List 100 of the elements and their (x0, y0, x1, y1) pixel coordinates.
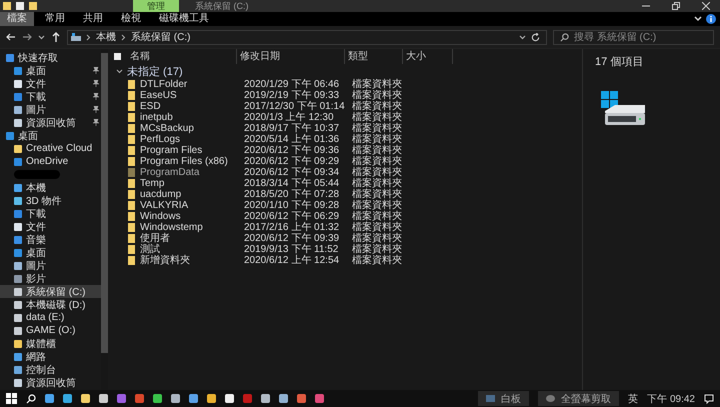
sidebar-item[interactable]: 文件 (26, 220, 46, 234)
restore-icon[interactable] (672, 2, 680, 10)
breadcrumb-item[interactable]: 本機 (96, 30, 116, 44)
file-name[interactable]: EaseUS (140, 90, 244, 101)
sidebar-item[interactable]: 資源回收筒 (26, 116, 76, 130)
pin-icon[interactable] (93, 80, 99, 87)
sidebar-item[interactable]: data (E:) (26, 312, 64, 323)
sidebar-item[interactable]: 圖片 (26, 102, 46, 116)
file-name[interactable]: PerfLogs (140, 134, 244, 145)
notification-text: 全螢幕剪取 (561, 392, 612, 406)
sidebar-item[interactable]: 桌面 (26, 64, 46, 78)
file-name[interactable]: Program Files (x86) (140, 156, 244, 167)
sidebar-item[interactable]: 本機磁碟 (D:) (26, 298, 86, 312)
close-icon[interactable] (702, 2, 710, 10)
file-type: 檔案資料夾 (352, 134, 403, 145)
sidebar-item[interactable]: GAME (O:) (26, 325, 76, 336)
up-arrow-icon[interactable] (51, 32, 61, 42)
window-title: 系統保留 (C:) (195, 0, 248, 12)
file-name[interactable]: MCsBackup (140, 123, 244, 134)
file-name[interactable]: Program Files (140, 145, 244, 156)
chevron-down-icon[interactable] (116, 69, 123, 74)
app-icon (546, 395, 556, 402)
file-name[interactable]: Windowstemp (140, 222, 244, 233)
modified-date: 2018/5/20 下午 07:28 (244, 189, 340, 200)
sidebar-item[interactable]: 文件 (26, 76, 46, 90)
sidebar-item[interactable]: 圖片 (26, 258, 46, 272)
back-arrow-icon[interactable] (6, 32, 16, 42)
file-type: 檔案資料夾 (352, 222, 403, 233)
address-bar[interactable]: 本機 系統保留 (C:) (67, 30, 547, 44)
modified-date: 2017/2/16 上午 01:32 (244, 222, 340, 233)
input-language[interactable]: 英 (628, 392, 638, 406)
breadcrumb-item[interactable]: 系統保留 (C:) (131, 30, 190, 44)
file-name[interactable]: 測試 (140, 244, 244, 255)
pin-icon[interactable] (93, 106, 99, 113)
help-icon[interactable] (706, 14, 716, 24)
file-name[interactable]: inetpub (140, 112, 244, 123)
modified-date: 2017/12/30 下午 01:14 (244, 101, 346, 112)
pin-icon[interactable] (93, 67, 99, 74)
sidebar-item[interactable]: OneDrive (26, 156, 68, 167)
file-name[interactable]: 新增資料夾 (140, 255, 244, 266)
file-name[interactable]: VALKYRIA (140, 200, 244, 211)
sidebar-item[interactable]: 影片 (26, 272, 46, 286)
search-icon (560, 32, 569, 42)
modified-date: 2020/1/3 上午 12:30 (244, 112, 335, 123)
group-header[interactable]: 未指定 (17) (127, 64, 183, 79)
ribbon-tab[interactable]: 共用 (76, 12, 110, 26)
column-header[interactable]: 修改日期 (237, 49, 345, 64)
sidebar-item[interactable]: 媒體櫃 (26, 336, 56, 350)
scrollbar-thumb[interactable] (101, 53, 108, 353)
ribbon-tab[interactable]: 常用 (38, 12, 72, 26)
file-name[interactable]: ProgramData (140, 167, 244, 178)
refresh-icon[interactable] (531, 32, 540, 42)
file-name[interactable]: ESD (140, 101, 244, 112)
sidebar-item[interactable]: Creative Cloud (26, 143, 92, 154)
file-type: 檔案資料夾 (352, 156, 403, 167)
chevron-right-icon (121, 34, 126, 40)
ribbon-tab[interactable]: 檢視 (114, 12, 148, 26)
pin-icon[interactable] (93, 119, 99, 126)
file-type: 檔案資料夾 (352, 189, 403, 200)
file-name[interactable]: uacdump (140, 189, 244, 200)
sidebar-item[interactable]: 桌面 (18, 128, 38, 142)
pin-icon[interactable] (93, 93, 99, 100)
sidebar-item[interactable]: 控制台 (26, 362, 56, 376)
sidebar-item[interactable]: 下載 (26, 90, 46, 104)
ribbon-tab[interactable]: 檔案 (0, 12, 34, 26)
file-name[interactable]: Windows (140, 211, 244, 222)
windows-logo-icon[interactable] (6, 393, 17, 404)
notification-toast[interactable]: 白板 (478, 391, 530, 406)
chevron-down-icon[interactable] (38, 34, 45, 40)
search-icon[interactable] (26, 394, 36, 404)
search-field[interactable]: 搜尋 系統保留 (C:) (553, 30, 714, 44)
file-name[interactable]: DTLFolder (140, 79, 244, 90)
notification-toast[interactable]: 全螢幕剪取 (538, 391, 620, 406)
file-name[interactable]: Temp (140, 178, 244, 189)
sidebar-item[interactable]: 3D 物件 (26, 194, 62, 208)
clock[interactable]: 下午 09:42 (647, 392, 695, 406)
chevron-down-icon[interactable] (694, 16, 702, 22)
item-count: 17 個項目 (595, 55, 644, 69)
sidebar-item[interactable]: 下載 (26, 206, 46, 220)
forward-arrow-icon[interactable] (22, 32, 32, 42)
sidebar-item[interactable]: 桌面 (26, 246, 46, 260)
sidebar-item[interactable]: 音樂 (26, 232, 46, 246)
sidebar-item[interactable]: 網路 (26, 350, 46, 364)
file-type: 檔案資料夾 (352, 233, 403, 244)
column-header[interactable]: 大小 (403, 49, 453, 64)
modified-date: 2019/2/19 下午 09:33 (244, 90, 340, 101)
column-header[interactable]: 類型 (345, 49, 403, 64)
sidebar-item[interactable]: 資源回收筒 (26, 376, 76, 390)
modified-date: 2020/6/12 下午 09:39 (244, 233, 340, 244)
column-header[interactable]: 名稱 (127, 49, 237, 64)
notification-text: 白板 (501, 392, 522, 406)
ribbon-tab[interactable]: 磁碟機工具 (152, 12, 216, 26)
file-name[interactable]: 使用者 (140, 233, 244, 244)
sidebar-item[interactable]: 本機 (26, 180, 46, 194)
file-type: 檔案資料夾 (352, 244, 403, 255)
notification-icon[interactable] (704, 394, 714, 404)
chevron-down-icon[interactable] (519, 34, 526, 40)
select-all-checkbox[interactable] (114, 53, 121, 60)
sidebar-item[interactable]: 快速存取 (18, 50, 58, 64)
context-tab[interactable]: 管理 (133, 0, 179, 12)
